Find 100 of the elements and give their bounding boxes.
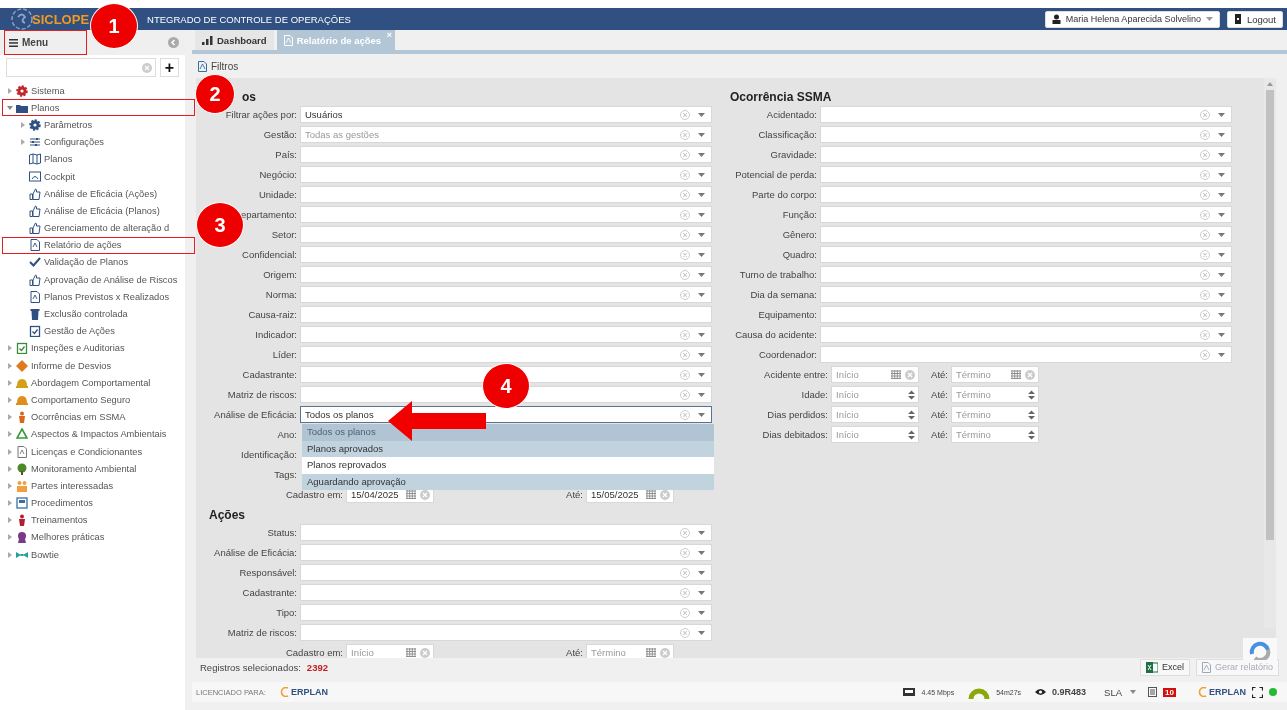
caret-icon[interactable] <box>698 332 705 337</box>
calendar-icon[interactable] <box>891 370 901 379</box>
sidebar-item[interactable]: Treinamentos <box>2 511 185 529</box>
select-field[interactable] <box>820 126 1232 143</box>
sidebar-item[interactable]: Planos <box>2 99 195 117</box>
expand-arrow-icon[interactable] <box>7 448 13 455</box>
caret-icon[interactable] <box>1218 232 1225 237</box>
calendar-icon[interactable] <box>646 490 656 499</box>
filters-link[interactable]: Filtros <box>198 60 239 72</box>
sidebar-item[interactable]: Comportamento Seguro <box>2 391 185 409</box>
caret-icon[interactable] <box>1218 132 1225 137</box>
caret-icon[interactable] <box>698 392 705 397</box>
caret-icon[interactable] <box>698 112 705 117</box>
select-field[interactable] <box>820 206 1232 223</box>
collapse-arrow-icon[interactable] <box>7 104 13 111</box>
clear-icon[interactable] <box>1200 149 1210 160</box>
sla-dropdown[interactable]: SLA <box>1104 686 1143 698</box>
expand-arrow-icon[interactable] <box>7 517 13 524</box>
clear-icon[interactable] <box>680 269 690 280</box>
caret-icon[interactable] <box>1218 352 1225 357</box>
sidebar-item[interactable]: Gerenciamento de alteração d <box>2 219 185 237</box>
add-button[interactable]: + <box>160 58 179 77</box>
select-field[interactable] <box>300 146 712 163</box>
caret-icon[interactable] <box>1218 292 1225 297</box>
select-field[interactable]: Usuários <box>300 106 712 123</box>
dropdown-option[interactable]: Aguardando aprovação <box>302 473 714 490</box>
sidebar-item[interactable]: Planos <box>2 150 185 168</box>
caret-icon[interactable] <box>1218 172 1225 177</box>
expand-arrow-icon[interactable] <box>7 431 13 438</box>
spinner-icon[interactable] <box>908 389 915 400</box>
calendar-icon[interactable] <box>406 490 416 499</box>
select-field[interactable] <box>820 146 1232 163</box>
caret-icon[interactable] <box>1218 272 1225 277</box>
sidebar-item[interactable]: Ocorrências em SSMA <box>2 408 185 426</box>
caret-icon[interactable] <box>698 530 705 535</box>
clear-icon[interactable] <box>660 647 670 658</box>
clear-icon[interactable] <box>680 169 690 180</box>
sidebar-item[interactable]: Aprovação de Análise de Riscos <box>2 271 185 289</box>
menu-button[interactable]: Menu <box>4 30 87 55</box>
expand-arrow-icon[interactable] <box>7 362 13 369</box>
spinner-icon[interactable] <box>908 429 915 440</box>
expand-arrow-icon[interactable] <box>7 87 13 94</box>
clear-icon[interactable] <box>680 149 690 160</box>
clear-icon[interactable] <box>680 329 690 340</box>
select-field[interactable] <box>300 524 712 541</box>
expand-arrow-icon[interactable] <box>20 139 26 146</box>
select-field[interactable] <box>300 544 712 561</box>
caret-icon[interactable] <box>698 272 705 277</box>
caret-icon[interactable] <box>698 152 705 157</box>
select-field[interactable] <box>820 246 1232 263</box>
caret-icon[interactable] <box>698 570 705 575</box>
clear-icon[interactable] <box>680 409 690 420</box>
clear-icon[interactable] <box>680 229 690 240</box>
caret-icon[interactable] <box>698 352 705 357</box>
select-field[interactable] <box>820 326 1232 343</box>
caret-icon[interactable] <box>1218 152 1225 157</box>
sidebar-item[interactable]: Análise de Eficácia (Ações) <box>2 185 185 203</box>
clear-icon[interactable] <box>905 369 915 380</box>
excel-button[interactable]: Excel <box>1139 658 1190 676</box>
clear-icon[interactable] <box>680 607 690 618</box>
clear-icon[interactable] <box>680 289 690 300</box>
clear-icon[interactable] <box>1200 349 1210 360</box>
select-field[interactable] <box>820 226 1232 243</box>
notification-badge[interactable]: 10 <box>1163 687 1176 697</box>
clear-icon[interactable] <box>680 129 690 140</box>
caret-icon[interactable] <box>698 630 705 635</box>
select-field[interactable] <box>300 206 712 223</box>
sidebar-item[interactable]: Análise de Eficácia (Planos) <box>2 202 185 220</box>
expand-arrow-icon[interactable] <box>7 551 13 558</box>
caret-icon[interactable] <box>698 172 705 177</box>
select-field[interactable] <box>300 326 712 343</box>
select-field[interactable] <box>820 186 1232 203</box>
sidebar-item[interactable]: Sistema <box>2 82 185 100</box>
clear-icon[interactable] <box>1200 229 1210 240</box>
input-field[interactable] <box>300 306 712 323</box>
clear-icon[interactable] <box>680 587 690 598</box>
select-field[interactable] <box>820 346 1232 363</box>
sidebar-item[interactable]: Exclusão controlada <box>2 305 185 323</box>
clear-icon[interactable] <box>680 547 690 558</box>
sidebar-item[interactable]: Parâmetros <box>2 116 185 134</box>
sidebar-item[interactable]: Relatório de ações <box>2 236 195 254</box>
select-field[interactable] <box>820 266 1232 283</box>
clear-icon[interactable] <box>680 189 690 200</box>
expand-arrow-icon[interactable] <box>7 414 13 421</box>
sidebar-item[interactable]: Planos Previstos x Realizados <box>2 288 185 306</box>
search-field[interactable] <box>6 58 156 77</box>
spinner-icon[interactable] <box>908 409 915 420</box>
clear-icon[interactable] <box>680 627 690 638</box>
expand-arrow-icon[interactable] <box>7 534 13 541</box>
calendar-icon[interactable] <box>646 648 656 657</box>
caret-icon[interactable] <box>698 132 705 137</box>
caret-icon[interactable] <box>698 590 705 595</box>
sidebar-item[interactable]: Cockpit <box>2 167 185 186</box>
sidebar-item[interactable]: Procedimentos <box>2 494 185 512</box>
clear-icon[interactable] <box>1200 329 1210 340</box>
collapse-icon[interactable] <box>168 37 179 48</box>
expand-arrow-icon[interactable] <box>20 121 26 128</box>
caret-icon[interactable] <box>1218 252 1225 257</box>
expand-arrow-icon[interactable] <box>7 345 13 352</box>
sidebar-item[interactable]: Configurações <box>2 133 185 151</box>
